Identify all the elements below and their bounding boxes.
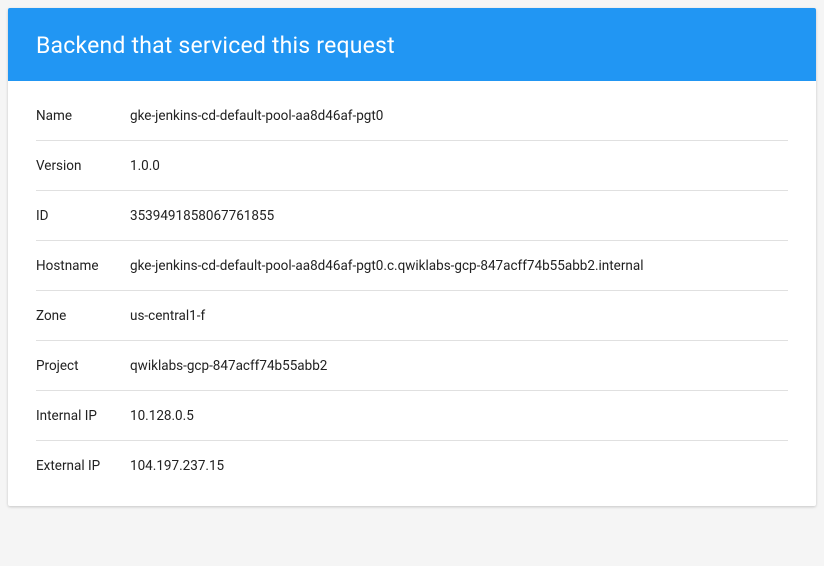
row-project: Project qwiklabs-gcp-847acff74b55abb2 [36, 341, 788, 391]
value-zone: us-central1-f [130, 308, 205, 324]
label-hostname: Hostname [36, 258, 130, 274]
value-id: 3539491858067761855 [130, 208, 274, 224]
card-title: Backend that serviced this request [36, 32, 395, 59]
value-hostname: gke-jenkins-cd-default-pool-aa8d46af-pgt… [130, 258, 643, 274]
row-version: Version 1.0.0 [36, 141, 788, 191]
backend-info-card: Backend that serviced this request Name … [8, 8, 816, 506]
label-version: Version [36, 158, 130, 174]
row-internal-ip: Internal IP 10.128.0.5 [36, 391, 788, 441]
card-body: Name gke-jenkins-cd-default-pool-aa8d46a… [8, 81, 816, 506]
value-project: qwiklabs-gcp-847acff74b55abb2 [130, 358, 327, 374]
row-hostname: Hostname gke-jenkins-cd-default-pool-aa8… [36, 241, 788, 291]
row-name: Name gke-jenkins-cd-default-pool-aa8d46a… [36, 91, 788, 141]
label-zone: Zone [36, 308, 130, 324]
value-internal-ip: 10.128.0.5 [130, 408, 194, 424]
value-version: 1.0.0 [130, 158, 160, 174]
value-name: gke-jenkins-cd-default-pool-aa8d46af-pgt… [130, 108, 383, 124]
label-internal-ip: Internal IP [36, 408, 130, 424]
row-external-ip: External IP 104.197.237.15 [36, 441, 788, 490]
label-id: ID [36, 208, 130, 224]
row-zone: Zone us-central1-f [36, 291, 788, 341]
label-name: Name [36, 108, 130, 124]
label-project: Project [36, 358, 130, 374]
value-external-ip: 104.197.237.15 [130, 458, 224, 474]
card-header: Backend that serviced this request [8, 8, 816, 81]
label-external-ip: External IP [36, 458, 130, 474]
row-id: ID 3539491858067761855 [36, 191, 788, 241]
